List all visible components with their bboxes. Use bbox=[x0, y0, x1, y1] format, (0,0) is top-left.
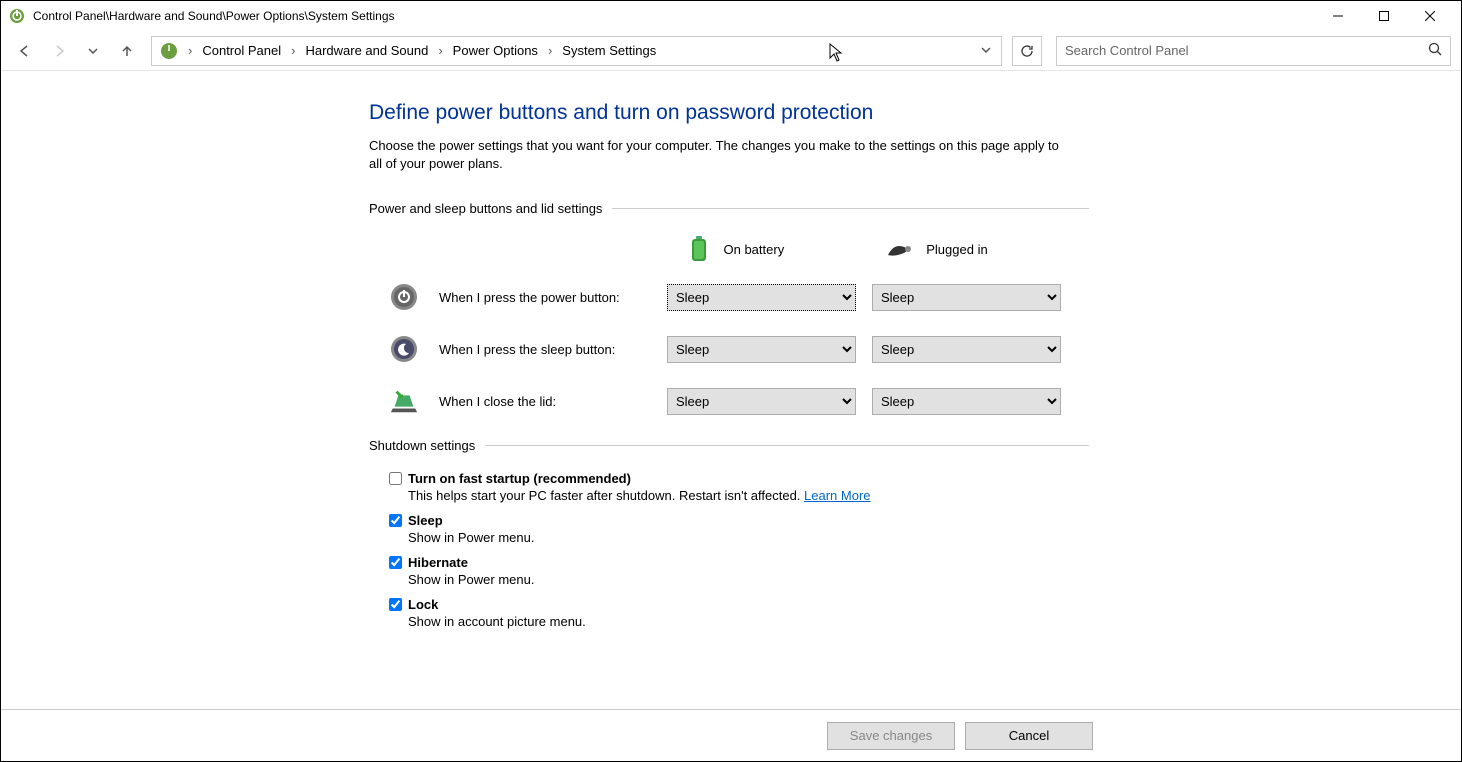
search-icon bbox=[1428, 42, 1442, 59]
page-description: Choose the power settings that you want … bbox=[369, 137, 1069, 173]
checkbox-label: Sleep bbox=[408, 513, 443, 528]
sleep-button-battery-select[interactable]: Sleep bbox=[667, 336, 856, 363]
chevron-down-icon[interactable] bbox=[975, 43, 997, 58]
battery-icon bbox=[684, 234, 714, 264]
close-button[interactable] bbox=[1407, 1, 1453, 31]
column-header-plugged: Plugged in bbox=[886, 234, 1089, 264]
power-button-battery-select[interactable]: Sleep bbox=[667, 284, 856, 311]
section-title: Power and sleep buttons and lid settings bbox=[369, 201, 602, 216]
checkbox-sleep: Sleep Show in Power menu. bbox=[389, 513, 1089, 545]
column-label: On battery bbox=[724, 242, 785, 257]
up-button[interactable] bbox=[113, 37, 141, 65]
lock-checkbox[interactable] bbox=[389, 598, 402, 611]
chevron-right-icon: › bbox=[182, 43, 198, 58]
fast-startup-checkbox[interactable] bbox=[389, 472, 402, 485]
search-box[interactable] bbox=[1056, 36, 1451, 66]
checkbox-label: Turn on fast startup (recommended) bbox=[408, 471, 631, 486]
navbar: › Control Panel › Hardware and Sound › P… bbox=[1, 31, 1461, 71]
power-options-icon bbox=[9, 8, 25, 24]
forward-button[interactable] bbox=[45, 37, 73, 65]
search-input[interactable] bbox=[1065, 43, 1428, 58]
section-title: Shutdown settings bbox=[369, 438, 475, 453]
breadcrumb[interactable]: › Control Panel › Hardware and Sound › P… bbox=[151, 36, 1002, 66]
hibernate-checkbox[interactable] bbox=[389, 556, 402, 569]
setting-label: When I press the power button: bbox=[439, 290, 667, 305]
close-lid-plugged-select[interactable]: Sleep bbox=[872, 388, 1061, 415]
chevron-right-icon: › bbox=[542, 43, 558, 58]
checkbox-fast-startup: Turn on fast startup (recommended) This … bbox=[389, 471, 1089, 503]
recent-locations-button[interactable] bbox=[79, 37, 107, 65]
checkbox-description: Show in account picture menu. bbox=[408, 614, 1089, 629]
breadcrumb-item[interactable]: Power Options bbox=[449, 41, 542, 60]
column-header-battery: On battery bbox=[684, 234, 887, 264]
minimize-button[interactable] bbox=[1315, 1, 1361, 31]
setting-label: When I press the sleep button: bbox=[439, 342, 667, 357]
maximize-button[interactable] bbox=[1361, 1, 1407, 31]
window-title: Control Panel\Hardware and Sound\Power O… bbox=[33, 9, 1315, 23]
setting-row-sleep-button: When I press the sleep button: Sleep Sle… bbox=[369, 334, 1089, 364]
checkbox-lock: Lock Show in account picture menu. bbox=[389, 597, 1089, 629]
power-button-plugged-select[interactable]: Sleep bbox=[872, 284, 1061, 311]
control-panel-icon bbox=[160, 42, 178, 60]
setting-row-close-lid: When I close the lid: Sleep Sleep bbox=[369, 386, 1089, 416]
titlebar: Control Panel\Hardware and Sound\Power O… bbox=[1, 1, 1461, 31]
sleep-button-plugged-select[interactable]: Sleep bbox=[872, 336, 1061, 363]
breadcrumb-item[interactable]: System Settings bbox=[558, 41, 660, 60]
cancel-button[interactable]: Cancel bbox=[965, 722, 1093, 750]
footer: Save changes Cancel bbox=[1, 709, 1461, 761]
plug-icon bbox=[886, 234, 916, 264]
setting-row-power-button: When I press the power button: Sleep Sle… bbox=[369, 282, 1089, 312]
setting-label: When I close the lid: bbox=[439, 394, 667, 409]
column-label: Plugged in bbox=[926, 242, 987, 257]
checkbox-hibernate: Hibernate Show in Power menu. bbox=[389, 555, 1089, 587]
checkbox-label: Hibernate bbox=[408, 555, 468, 570]
breadcrumb-item[interactable]: Control Panel bbox=[198, 41, 285, 60]
sleep-checkbox[interactable] bbox=[389, 514, 402, 527]
checkbox-description: This helps start your PC faster after sh… bbox=[408, 488, 1089, 503]
chevron-right-icon: › bbox=[285, 43, 301, 58]
chevron-right-icon: › bbox=[432, 43, 448, 58]
page-title: Define power buttons and turn on passwor… bbox=[369, 101, 1089, 125]
divider bbox=[485, 445, 1089, 446]
checkbox-label: Lock bbox=[408, 597, 438, 612]
breadcrumb-item[interactable]: Hardware and Sound bbox=[301, 41, 432, 60]
back-button[interactable] bbox=[11, 37, 39, 65]
sleep-button-icon bbox=[389, 334, 419, 364]
checkbox-description: Show in Power menu. bbox=[408, 530, 1089, 545]
refresh-button[interactable] bbox=[1012, 36, 1042, 66]
divider bbox=[612, 208, 1089, 209]
save-changes-button[interactable]: Save changes bbox=[827, 722, 955, 750]
checkbox-description: Show in Power menu. bbox=[408, 572, 1089, 587]
section-header: Power and sleep buttons and lid settings bbox=[369, 201, 1089, 216]
learn-more-link[interactable]: Learn More bbox=[804, 488, 870, 503]
close-lid-battery-select[interactable]: Sleep bbox=[667, 388, 856, 415]
section-header: Shutdown settings bbox=[369, 438, 1089, 453]
laptop-lid-icon bbox=[389, 386, 419, 416]
power-button-icon bbox=[389, 282, 419, 312]
